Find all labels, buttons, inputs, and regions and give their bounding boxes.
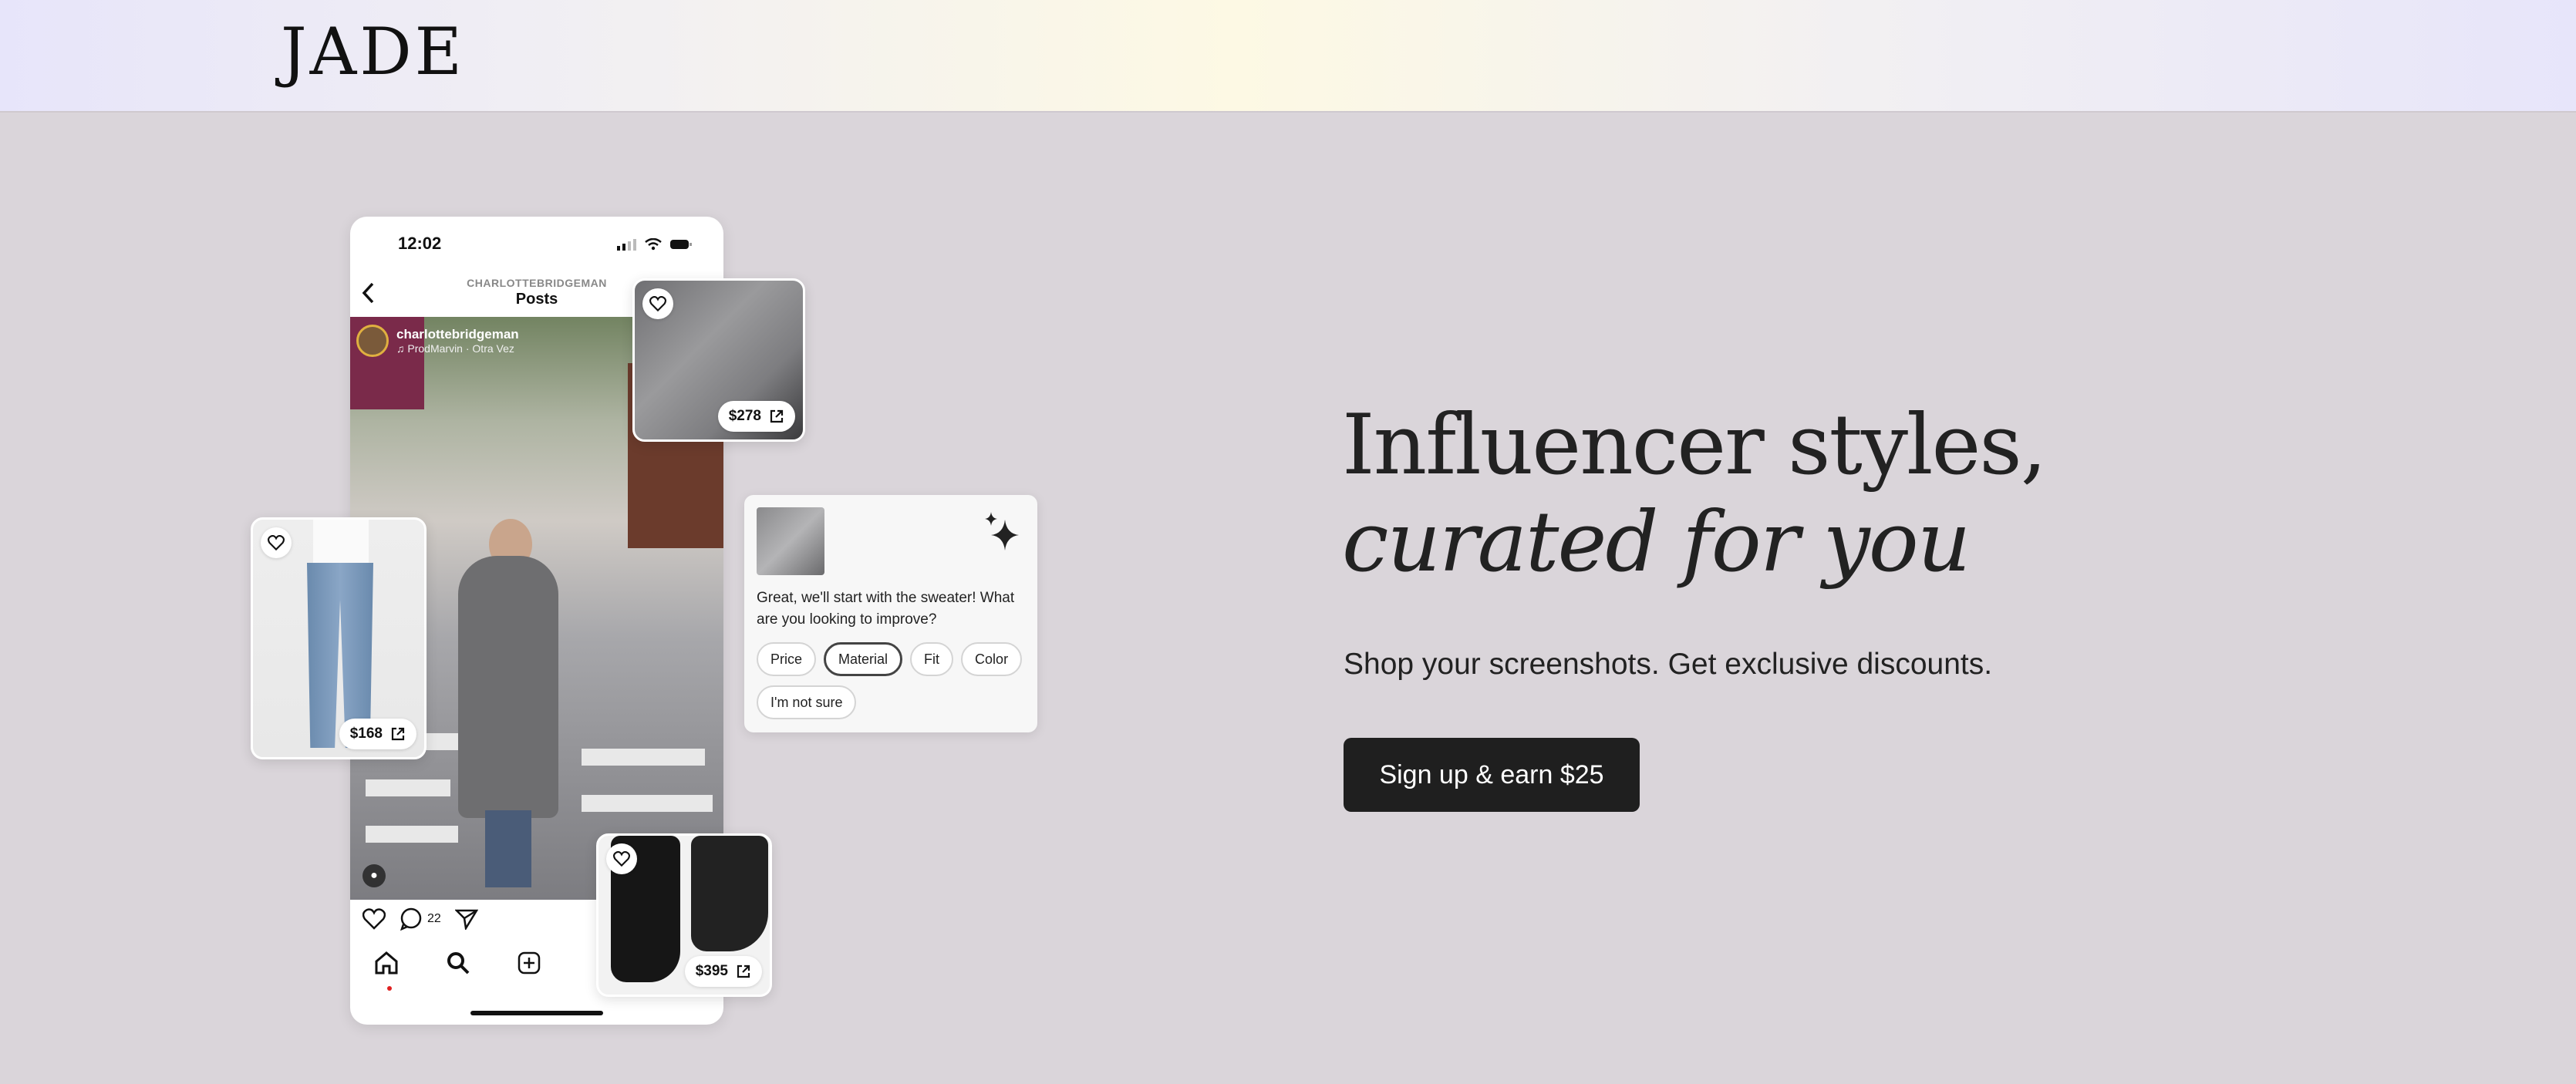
- favorite-button[interactable]: [642, 288, 673, 319]
- price-value: $168: [349, 725, 383, 742]
- hero-subline: Shop your screenshots. Get exclusive dis…: [1344, 648, 1993, 681]
- person-coat: [458, 556, 558, 818]
- chip-not-sure[interactable]: I'm not sure: [757, 685, 857, 719]
- tab-bar: [373, 951, 541, 975]
- battery-icon: [670, 240, 692, 249]
- signup-button[interactable]: Sign up & earn $25: [1344, 738, 1640, 812]
- external-link-icon: [391, 727, 405, 741]
- price-tag[interactable]: $278: [717, 401, 795, 432]
- top-bar: JADE: [0, 0, 2576, 113]
- chip-color[interactable]: Color: [961, 642, 1023, 676]
- favorite-button[interactable]: [606, 843, 637, 874]
- heart-icon[interactable]: [362, 908, 386, 930]
- jade-logo[interactable]: JADE: [281, 14, 465, 89]
- wifi-icon: [645, 238, 662, 251]
- add-post-icon[interactable]: [517, 951, 541, 975]
- comment-count: 22: [427, 912, 441, 925]
- chip-fit[interactable]: Fit: [910, 642, 954, 676]
- person-legs: [485, 810, 531, 887]
- status-icons: [617, 238, 693, 251]
- chip-price[interactable]: Price: [757, 642, 817, 676]
- avatar[interactable]: [356, 325, 389, 357]
- crosswalk-stripe: [366, 826, 458, 843]
- sparkle-icon: [985, 512, 1019, 550]
- headline-plain: Influencer styles,: [1342, 397, 2047, 493]
- notification-dot: [387, 986, 392, 991]
- share-icon[interactable]: [454, 908, 478, 930]
- price-value: $395: [695, 963, 728, 979]
- signal-icon: [617, 239, 636, 251]
- sweater-thumbnail: [757, 507, 824, 575]
- assistant-message: Great, we'll start with the sweater! Wha…: [757, 590, 1015, 628]
- favorite-button[interactable]: [261, 527, 292, 558]
- option-chips: Price Material Fit Color I'm not sure: [757, 642, 1027, 719]
- price-value: $278: [728, 408, 761, 424]
- crosswalk-stripe: [366, 779, 450, 796]
- assistant-card: Great, we'll start with the sweater! Wha…: [744, 495, 1037, 732]
- home-indicator: [470, 1011, 603, 1015]
- status-time: 12:02: [398, 234, 442, 253]
- comment-icon[interactable]: [400, 907, 423, 931]
- person-tag-icon[interactable]: ●: [362, 864, 386, 887]
- author-music: ♫ ProdMarvin · Otra Vez: [396, 342, 514, 355]
- product-card-sweater[interactable]: $278: [632, 278, 805, 442]
- search-icon[interactable]: [446, 951, 470, 975]
- product-card-jeans[interactable]: $168: [251, 517, 427, 759]
- crosswalk-stripe: [582, 749, 705, 766]
- heart-icon: [649, 296, 666, 311]
- price-tag[interactable]: $395: [684, 956, 762, 987]
- post-author[interactable]: charlottebridgeman ♫ ProdMarvin · Otra V…: [356, 325, 519, 357]
- price-tag[interactable]: $168: [339, 719, 416, 749]
- crosswalk-stripe: [582, 795, 713, 812]
- home-icon[interactable]: [373, 951, 400, 975]
- headline-italic: curated for you: [1342, 494, 1971, 591]
- hero-headline: Influencer styles, curated for you: [1342, 397, 2345, 591]
- chip-material[interactable]: Material: [824, 642, 903, 676]
- heart-icon: [268, 535, 285, 550]
- author-name[interactable]: charlottebridgeman: [396, 327, 519, 342]
- jeans-model-top: [313, 520, 369, 566]
- post-actions: 22: [362, 907, 478, 931]
- product-card-boots[interactable]: $395: [596, 833, 772, 997]
- heart-icon: [613, 851, 630, 867]
- boot-image: [691, 836, 768, 951]
- external-link-icon: [770, 409, 784, 423]
- external-link-icon: [737, 964, 750, 978]
